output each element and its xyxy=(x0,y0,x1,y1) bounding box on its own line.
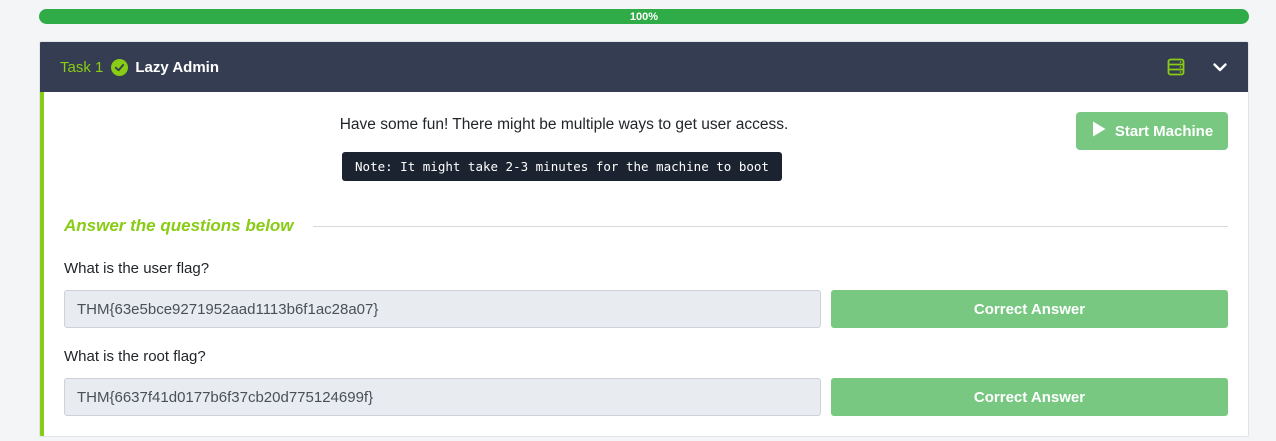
progress-bar: 100% xyxy=(39,9,1249,24)
check-circle-icon xyxy=(111,58,129,76)
task-title: Lazy Admin xyxy=(135,58,219,76)
task-description: Have some fun! There might be multiple w… xyxy=(339,116,789,133)
answer-section-heading: Answer the questions below xyxy=(64,216,294,235)
boot-note: Note: It might take 2-3 minutes for the … xyxy=(342,152,782,181)
question-1-correct-button[interactable]: Correct Answer xyxy=(831,290,1228,328)
server-icon[interactable] xyxy=(1166,57,1186,77)
header-actions xyxy=(1166,57,1230,77)
start-machine-button[interactable]: Start Machine xyxy=(1076,112,1228,150)
question-1-answer-input[interactable] xyxy=(64,290,821,328)
start-machine-label: Start Machine xyxy=(1114,122,1214,140)
question-2-correct-button[interactable]: Correct Answer xyxy=(831,378,1228,416)
task-number: Task 1 xyxy=(60,58,104,76)
task-body: Have some fun! There might be multiple w… xyxy=(40,92,1248,436)
task-card: Task 1 Lazy Admin Have some fun! There m… xyxy=(39,41,1249,437)
play-icon xyxy=(1091,120,1107,142)
heading-divider xyxy=(313,226,1228,227)
question-1-text: What is the user flag? xyxy=(64,260,210,277)
question-2-text: What is the root flag? xyxy=(64,348,206,365)
progress-label: 100% xyxy=(629,10,659,23)
question-2-answer-input[interactable] xyxy=(64,378,821,416)
chevron-down-icon[interactable] xyxy=(1210,57,1230,77)
task-header[interactable]: Task 1 Lazy Admin xyxy=(40,42,1248,92)
